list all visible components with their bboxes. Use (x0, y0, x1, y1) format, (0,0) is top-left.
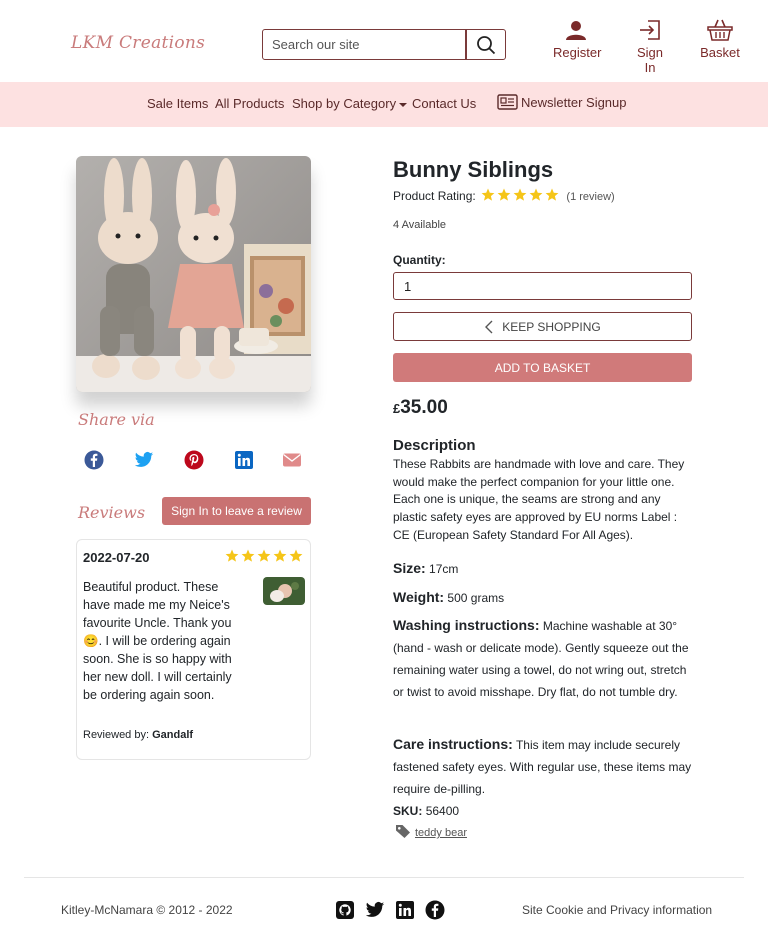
rating-label: Product Rating: (393, 189, 476, 203)
linkedin-icon[interactable] (234, 450, 254, 470)
basket-label: Basket (700, 45, 740, 60)
footer-divider (24, 877, 744, 878)
keep-shopping-label: KEEP SHOPPING (502, 319, 601, 334)
nav-contact-us[interactable]: Contact Us (412, 96, 476, 111)
pinterest-icon[interactable] (184, 450, 204, 470)
weight-value: 500 grams (447, 591, 505, 605)
nav-newsletter-label: Newsletter Signup (521, 95, 627, 110)
sign-in-label: Sign In (636, 45, 664, 75)
bunny-photo (76, 156, 311, 392)
sku: SKU: 56400 (393, 804, 459, 818)
email-icon[interactable] (282, 450, 302, 470)
price-value: 35.00 (400, 397, 448, 418)
basket-link[interactable]: Basket (700, 18, 740, 60)
review-stars (225, 549, 305, 566)
nav-all-products[interactable]: All Products (215, 96, 284, 111)
product-tag: teddy bear (395, 824, 467, 841)
product-price: £35.00 (393, 397, 448, 419)
facebook-icon[interactable] (425, 900, 445, 920)
reviewed-by: Reviewed by: Gandalf (83, 729, 193, 741)
linkedin-icon[interactable] (395, 900, 415, 920)
product-rating: Product Rating: (1 review) (393, 188, 615, 203)
nav-newsletter-signup[interactable]: Newsletter Signup (497, 94, 627, 110)
search-icon (477, 35, 496, 54)
reviews-title: Reviews (78, 503, 146, 522)
newspaper-icon (497, 94, 518, 110)
main-nav: Sale Items All Products Shop by Category… (0, 82, 768, 127)
tag-link[interactable]: teddy bear (415, 827, 467, 839)
review-count: (1 review) (566, 191, 615, 203)
review-text-2: . I will be ordering again soon. She is … (83, 634, 232, 702)
review-card: 2022-07-20 Beautiful product. These have… (76, 539, 311, 760)
twitter-icon[interactable] (365, 900, 385, 920)
search-input[interactable] (262, 29, 466, 60)
share-icons (84, 450, 304, 470)
review-photo-thumbnail[interactable] (263, 577, 305, 605)
weight-label: Weight: (393, 589, 445, 605)
star-rating-icon (481, 188, 559, 201)
user-icon (566, 21, 586, 40)
product-title: Bunny Siblings (393, 157, 554, 182)
register-link[interactable]: Register (553, 18, 602, 60)
star-rating-icon (225, 549, 303, 562)
washing-label: Washing instructions: (393, 617, 540, 633)
chevron-left-icon (485, 320, 493, 333)
description-heading: Description (393, 437, 476, 454)
twitter-icon[interactable] (134, 450, 154, 470)
tag-icon (396, 825, 410, 838)
site-header: LKM Creations Register Sign In Basket (0, 0, 768, 82)
nav-shop-by-category[interactable]: Shop by Category (292, 96, 408, 111)
review-text-1: Beautiful product. These have made me my… (83, 580, 232, 630)
sign-in-link[interactable]: Sign In (630, 18, 670, 75)
chevron-down-icon (399, 102, 408, 107)
size-value: 17cm (429, 562, 459, 576)
share-title: Share via (78, 410, 155, 429)
care-label: Care instructions: (393, 736, 513, 752)
stock-available: 4 Available (393, 219, 447, 231)
care-spec: Care instructions: This item may include… (393, 733, 693, 800)
review-text: Beautiful product. These have made me my… (83, 578, 243, 704)
size-label: Size: (393, 560, 426, 576)
nav-sale-items[interactable]: Sale Items (147, 96, 208, 111)
smiley-emoji: 😊 (83, 634, 99, 648)
add-to-basket-button[interactable]: ADD TO BASKET (393, 353, 692, 382)
nav-shop-by-category-label: Shop by Category (292, 96, 397, 111)
cookie-privacy-link[interactable]: Site Cookie and Privacy information (522, 903, 712, 917)
product-image (76, 156, 311, 392)
quantity-label: Quantity: (393, 253, 446, 267)
quantity-input[interactable] (393, 272, 692, 300)
keep-shopping-button[interactable]: KEEP SHOPPING (393, 312, 692, 341)
site-logo[interactable]: LKM Creations (71, 33, 205, 53)
washing-spec: Washing instructions: Machine washable a… (393, 614, 693, 703)
reviewed-by-label: Reviewed by: (83, 729, 150, 741)
register-label: Register (553, 45, 602, 60)
footer-social-icons (335, 900, 445, 920)
basket-icon (707, 19, 733, 41)
review-date: 2022-07-20 (83, 550, 150, 565)
description-text: These Rabbits are handmade with love and… (393, 457, 685, 542)
sign-in-to-review-button[interactable]: Sign In to leave a review (162, 497, 311, 525)
search-button[interactable] (466, 29, 506, 60)
search-form (262, 29, 506, 60)
reviewer-name: Gandalf (152, 729, 194, 741)
facebook-icon[interactable] (84, 450, 104, 470)
size-spec: Size: 17cm (393, 557, 693, 580)
weight-spec: Weight: 500 grams (393, 586, 693, 609)
copyright: Kitley-McNamara © 2012 - 2022 (61, 903, 233, 917)
sign-in-icon (640, 20, 660, 40)
sku-label: SKU: (393, 804, 423, 818)
github-icon[interactable] (335, 900, 355, 920)
sku-value: 56400 (425, 804, 460, 818)
